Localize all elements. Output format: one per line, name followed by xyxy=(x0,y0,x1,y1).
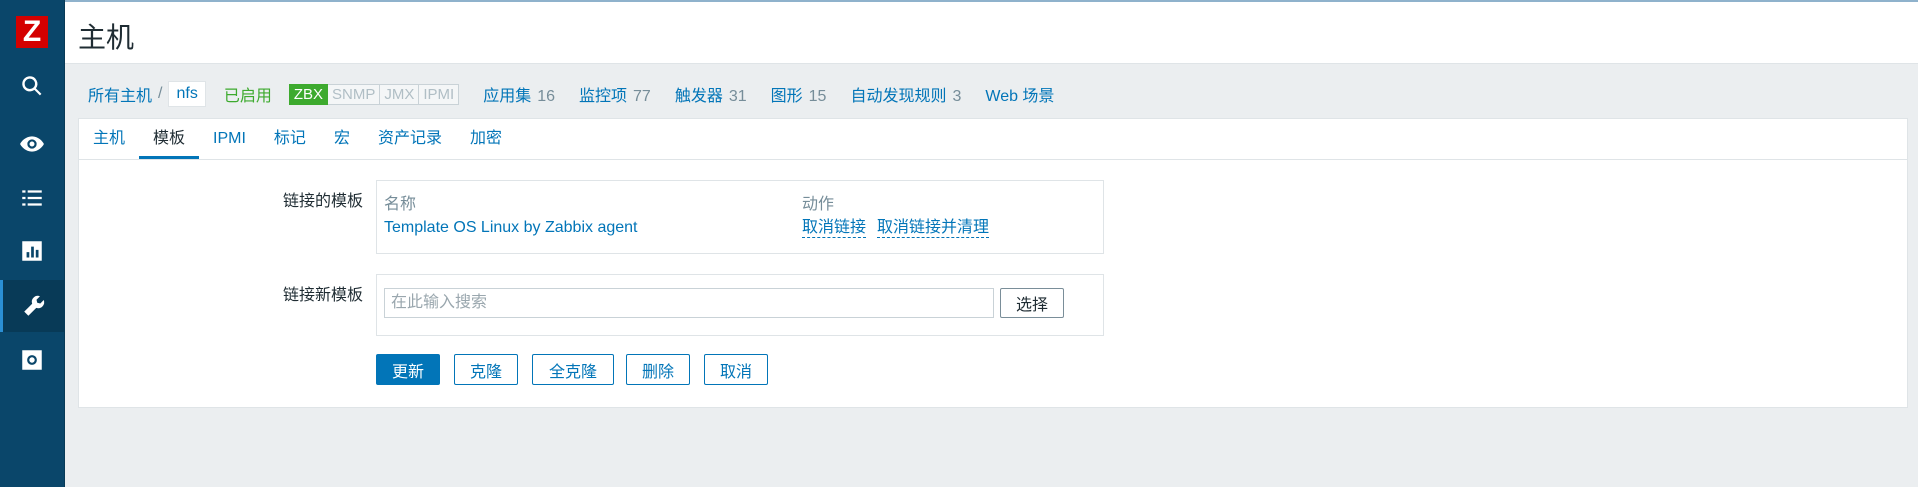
chart-icon[interactable] xyxy=(0,225,64,277)
linked-templates-table: 名称 动作 Template OS Linux by Zabbix agent … xyxy=(376,180,1104,254)
wrench-icon[interactable] xyxy=(0,280,64,332)
host-navigation: 所有主机 / nfs 已启用 ZBX SNMP JMX IPMI 应用集 16 监… xyxy=(88,80,1054,108)
search-icon[interactable] xyxy=(0,60,64,112)
full-clone-button[interactable]: 全克隆 xyxy=(532,354,614,385)
badge-jmx: JMX xyxy=(380,83,420,105)
tab-encryption[interactable]: 加密 xyxy=(456,119,516,159)
tab-tags[interactable]: 标记 xyxy=(260,119,320,159)
tab-inventory[interactable]: 资产记录 xyxy=(364,119,456,159)
unlink-link[interactable]: 取消链接 xyxy=(802,219,867,238)
linked-templates-label: 链接的模板 xyxy=(282,193,363,210)
column-action-header: 动作 xyxy=(802,196,835,213)
page-title: 主机 xyxy=(78,22,135,53)
sidebar: Z xyxy=(0,0,65,487)
template-search-input[interactable] xyxy=(384,288,994,318)
nav-graphs[interactable]: 图形 15 xyxy=(771,82,827,106)
select-button[interactable]: 选择 xyxy=(1000,288,1064,318)
delete-button[interactable]: 删除 xyxy=(626,354,690,385)
breadcrumb-current-host[interactable]: nfs xyxy=(168,81,206,107)
nav-items[interactable]: 监控项 77 xyxy=(579,82,651,106)
badge-zbx: ZBX xyxy=(288,83,329,105)
nav-applications[interactable]: 应用集 16 xyxy=(483,82,555,106)
tab-templates[interactable]: 模板 xyxy=(139,119,200,159)
status-enabled[interactable]: 已启用 xyxy=(224,82,272,106)
zabbix-logo[interactable]: Z xyxy=(16,16,48,48)
update-button[interactable]: 更新 xyxy=(376,354,440,385)
availability-badges: ZBX SNMP JMX IPMI xyxy=(288,83,460,105)
tab-host[interactable]: 主机 xyxy=(79,119,139,159)
tab-bar: 主机 模板 IPMI 标记 宏 资产记录 加密 xyxy=(79,119,1907,160)
list-icon[interactable] xyxy=(0,172,64,224)
unlink-and-clear-link[interactable]: 取消链接并清理 xyxy=(877,219,990,238)
eye-icon[interactable] xyxy=(0,118,64,170)
nav-web-scenarios[interactable]: Web 场景 xyxy=(985,82,1054,106)
breadcrumb-all-hosts[interactable]: 所有主机 xyxy=(88,82,152,106)
gear-icon[interactable] xyxy=(0,334,64,386)
page-header: 主机 xyxy=(65,2,1918,64)
tab-macros[interactable]: 宏 xyxy=(320,119,364,159)
clone-button[interactable]: 克隆 xyxy=(454,354,518,385)
nav-triggers[interactable]: 触发器 31 xyxy=(675,82,747,106)
link-new-templates-box: 选择 xyxy=(376,274,1104,336)
badge-snmp: SNMP xyxy=(328,83,381,105)
column-name-header: 名称 xyxy=(384,196,417,213)
badge-ipmi: IPMI xyxy=(419,83,460,105)
link-new-templates-label: 链接新模板 xyxy=(282,287,363,304)
cancel-button[interactable]: 取消 xyxy=(704,354,768,385)
template-link[interactable]: Template OS Linux by Zabbix agent xyxy=(384,219,637,237)
tab-ipmi[interactable]: IPMI xyxy=(199,119,260,159)
host-form-panel: 主机 模板 IPMI 标记 宏 资产记录 加密 链接的模板 名称 动作 Temp… xyxy=(78,118,1908,408)
breadcrumb-separator: / xyxy=(158,85,163,102)
nav-discovery-rules[interactable]: 自动发现规则 3 xyxy=(850,82,961,106)
